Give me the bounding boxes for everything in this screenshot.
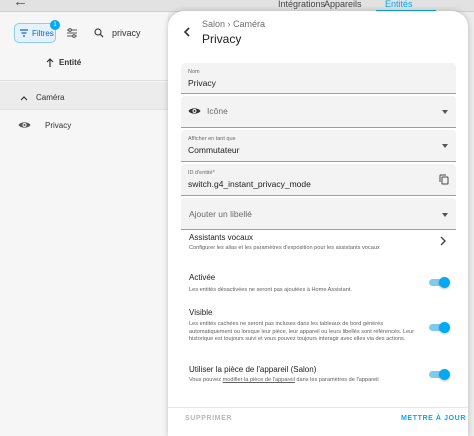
copy-icon[interactable] bbox=[439, 174, 449, 185]
tab-entities[interactable]: Entités bbox=[385, 0, 413, 9]
entity-id-field[interactable]: ID d'entité* switch.g4_instant_privacy_m… bbox=[181, 164, 456, 196]
enabled-toggle[interactable] bbox=[429, 277, 450, 288]
show-as-value: Commutateur bbox=[188, 145, 240, 155]
voice-assistants-desc: Configurer les alias et les paramètres d… bbox=[189, 245, 380, 251]
visible-desc: Les entités cachées ne seront pas inclus… bbox=[189, 321, 415, 343]
tab-devices[interactable]: Appareils bbox=[324, 0, 362, 9]
search-value: privacy bbox=[112, 28, 141, 38]
visible-toggle[interactable] bbox=[429, 322, 450, 333]
enabled-desc: Les entités désactivées ne seront pas aj… bbox=[189, 287, 352, 293]
label-picker-field[interactable]: Ajouter un libellé bbox=[181, 198, 456, 230]
row-eye-icon bbox=[18, 122, 31, 128]
visible-title: Visible bbox=[189, 308, 213, 317]
column-header-entity[interactable]: Entité bbox=[46, 58, 81, 67]
delete-button[interactable]: SUPPRIMER bbox=[185, 415, 232, 422]
name-field-label: Nom bbox=[188, 69, 200, 75]
search-icon bbox=[94, 28, 104, 38]
device-area-toggle[interactable] bbox=[429, 369, 450, 380]
device-area-desc-before: Vous pouvez bbox=[189, 377, 223, 383]
breadcrumb: Salon › Caméra bbox=[202, 19, 266, 29]
sort-up-arrow-icon bbox=[46, 58, 54, 67]
device-area-desc: Vous pouvez modifier la pièce de l'appar… bbox=[189, 377, 421, 385]
entity-id-label: ID d'entité* bbox=[188, 170, 215, 176]
dialog-footer-divider bbox=[168, 407, 468, 408]
dialog-back-chevron-icon[interactable] bbox=[181, 26, 193, 38]
icon-picker-field[interactable]: Icône bbox=[181, 96, 456, 128]
dialog-title: Privacy bbox=[202, 32, 242, 46]
list-settings-icon[interactable] bbox=[66, 27, 78, 39]
enabled-title: Activée bbox=[189, 273, 216, 282]
icon-dropdown-caret-icon bbox=[442, 110, 448, 114]
show-as-select[interactable]: Afficher en tant que Commutateur bbox=[181, 130, 456, 162]
group-label: Caméra bbox=[36, 93, 65, 102]
filters-count-badge: 1 bbox=[50, 20, 60, 30]
background-back-arrow-icon[interactable]: ← bbox=[13, 0, 28, 9]
device-area-desc-after: dans les paramètres de l'appareil bbox=[294, 377, 379, 383]
voice-assistants-title: Assistants vocaux bbox=[189, 233, 254, 242]
device-area-title: Utiliser la pièce de l'appareil (Salon) bbox=[189, 365, 317, 374]
table-header bbox=[0, 45, 168, 81]
filters-label: Filtres bbox=[32, 28, 54, 38]
show-as-dropdown-caret-icon bbox=[442, 144, 448, 148]
enabled-toggle-thumb bbox=[439, 277, 450, 288]
modify-device-area-link[interactable]: modifier la pièce de l'appareil bbox=[223, 377, 295, 383]
icon-field-placeholder: Icône bbox=[207, 106, 228, 116]
voice-assistants-row[interactable]: Assistants vocaux Configurer les alias e… bbox=[168, 229, 468, 257]
background-right-edge bbox=[468, 12, 474, 436]
name-field[interactable]: Nom Privacy bbox=[181, 63, 456, 94]
eye-icon bbox=[188, 108, 201, 114]
label-field-placeholder: Ajouter un libellé bbox=[189, 209, 252, 219]
tab-integrations[interactable]: Intégrations bbox=[278, 0, 325, 9]
update-button[interactable]: METTRE À JOUR bbox=[401, 415, 466, 422]
collapse-chevron-icon bbox=[20, 95, 28, 100]
search-input[interactable]: privacy bbox=[88, 23, 178, 43]
column-entity-label: Entité bbox=[59, 58, 82, 67]
visible-toggle-thumb bbox=[439, 322, 450, 333]
table-row-label[interactable]: Privacy bbox=[45, 121, 71, 130]
group-header-camera[interactable]: Caméra bbox=[20, 93, 64, 102]
name-field-value: Privacy bbox=[188, 78, 216, 88]
show-as-label: Afficher en tant que bbox=[188, 136, 236, 142]
label-dropdown-caret-icon bbox=[442, 213, 448, 217]
entity-id-value: switch.g4_instant_privacy_mode bbox=[188, 179, 311, 189]
device-area-toggle-thumb bbox=[439, 369, 450, 380]
filter-icon bbox=[20, 29, 28, 37]
chevron-right-icon bbox=[440, 236, 446, 246]
entity-settings-dialog: Salon › Caméra Privacy Nom Privacy Icône… bbox=[168, 11, 468, 436]
